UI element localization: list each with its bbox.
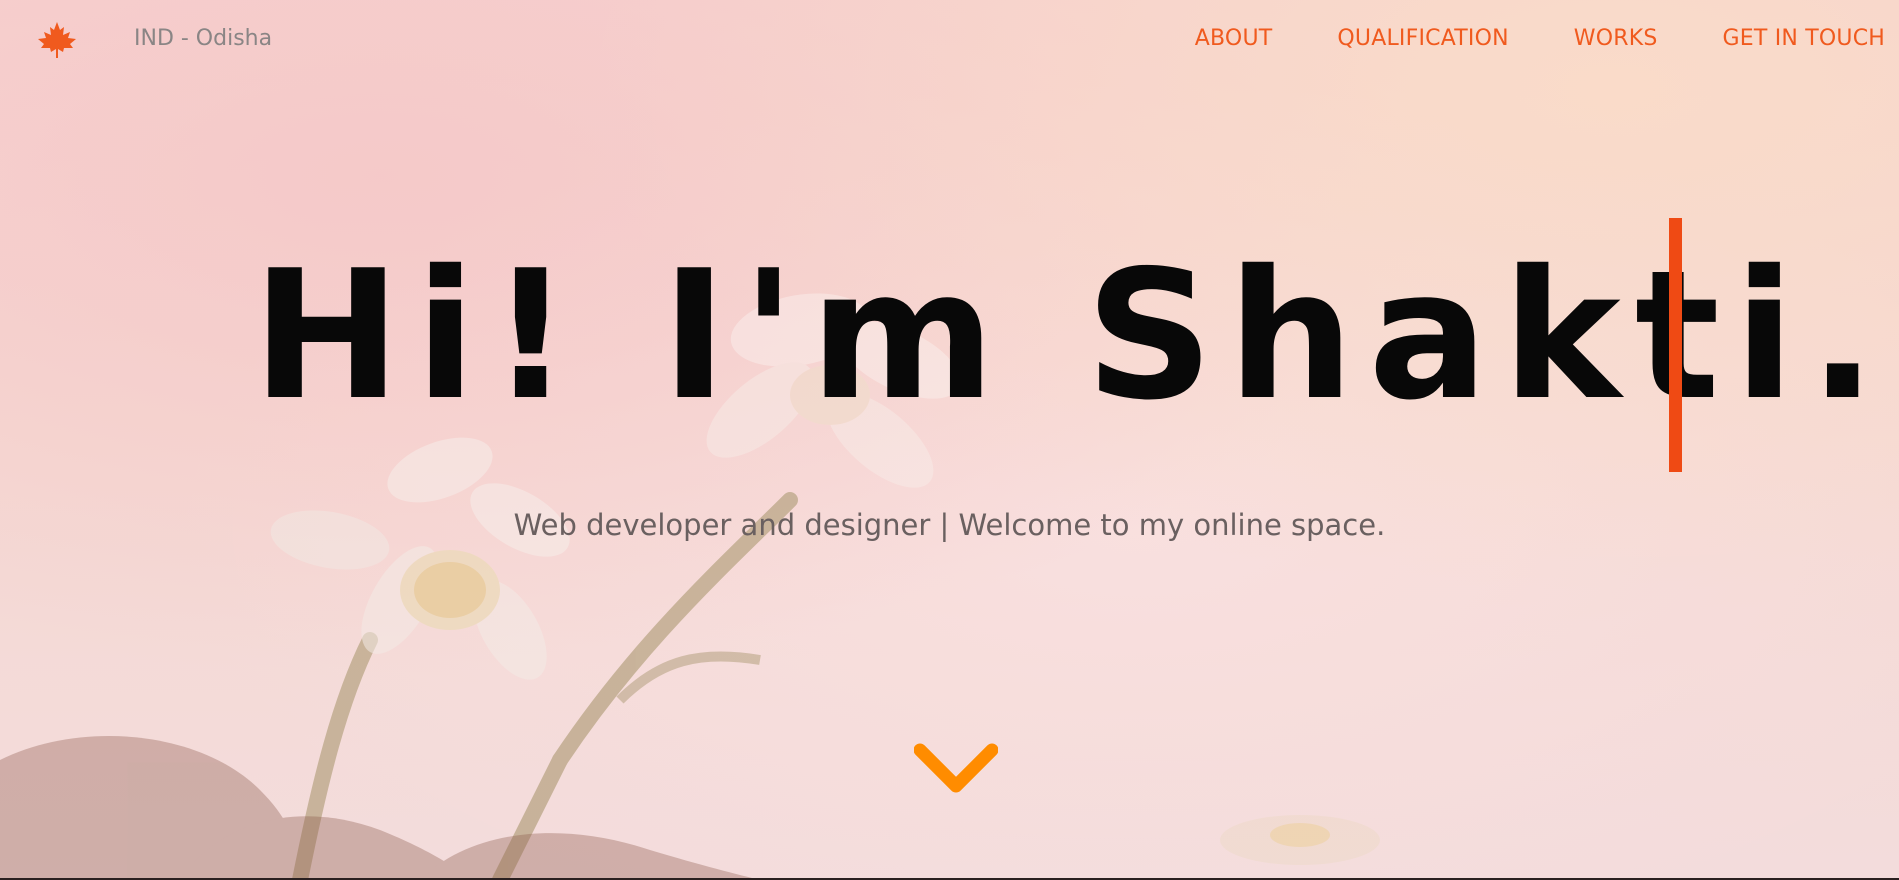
top-navigation: IND - Odisha ABOUT QUALIFICATION WORKS G… [0,0,1899,84]
chevron-down-icon[interactable] [914,742,998,798]
nav-links: ABOUT QUALIFICATION WORKS GET IN TOUCH [1130,26,1885,51]
location-label: IND - Odisha [134,26,273,51]
typing-cursor [1669,218,1682,472]
nav-about[interactable]: ABOUT [1195,26,1273,51]
nav-qualification[interactable]: QUALIFICATION [1337,26,1508,51]
hero-title: Hi! I'm Shakti. [252,232,1891,439]
maple-leaf-icon[interactable] [36,20,78,60]
hero-subtitle: Web developer and designer | Welcome to … [513,508,1386,542]
nav-get-in-touch[interactable]: GET IN TOUCH [1723,26,1885,51]
nav-works[interactable]: WORKS [1574,26,1658,51]
